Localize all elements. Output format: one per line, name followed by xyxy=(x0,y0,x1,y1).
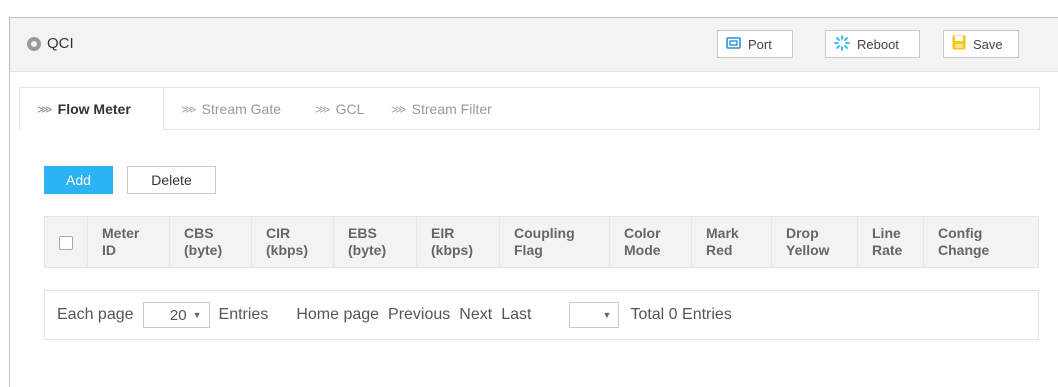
col-line-rate: Line Rate xyxy=(857,216,924,268)
location-dot-icon xyxy=(27,36,41,51)
col-ebs: EBS (byte) xyxy=(333,216,417,268)
port-icon xyxy=(726,36,741,53)
tab-arrow-icon: ⋙ xyxy=(391,103,407,116)
reboot-button-label: Reboot xyxy=(857,36,899,52)
select-all-checkbox[interactable] xyxy=(59,235,73,250)
last-link[interactable]: Last xyxy=(501,306,531,324)
tab-flow-meter[interactable]: ⋙ Flow Meter xyxy=(20,88,164,130)
home-page-link[interactable]: Home page xyxy=(296,306,379,324)
page-title: QCI xyxy=(27,35,74,52)
port-button[interactable]: Port xyxy=(717,30,793,58)
col-mark-red: Mark Red xyxy=(691,216,772,268)
pagination-bar: Each page 20 ▼ Entries Home page Previous… xyxy=(44,290,1039,340)
dropdown-caret-icon: ▼ xyxy=(602,310,612,320)
tab-label: GCL xyxy=(335,101,365,117)
tab-arrow-icon: ⋙ xyxy=(37,103,53,116)
tab-label: Stream Filter xyxy=(411,101,492,117)
tab-label: Flow Meter xyxy=(57,101,131,117)
col-coupling-flag: Coupling Flag xyxy=(499,216,610,268)
select-all-cell xyxy=(44,216,88,268)
reboot-button[interactable]: Reboot xyxy=(825,30,920,58)
col-config-change: Config Change xyxy=(923,216,1039,268)
table-header-row: Meter ID CBS (byte) CIR (kbps) EBS (byte) EI… xyxy=(44,216,1039,268)
dropdown-caret-icon: ▼ xyxy=(192,310,202,320)
entries-label: Entries xyxy=(218,306,269,323)
each-page-label: Each page xyxy=(57,306,134,323)
next-link[interactable]: Next xyxy=(459,306,492,324)
col-eir: EIR (kbps) xyxy=(416,216,500,268)
reboot-icon xyxy=(834,34,850,54)
tab-stream-filter[interactable]: ⋙ Stream Filter xyxy=(391,88,492,130)
tab-bar: ⋙ Flow Meter ⋙ Stream Gate ⋙ GCL ⋙ Strea… xyxy=(19,87,1040,130)
col-color-mode: Color Mode xyxy=(609,216,692,268)
save-icon xyxy=(952,35,966,53)
port-button-label: Port xyxy=(748,36,772,52)
col-cir: CIR (kbps) xyxy=(251,216,334,268)
tab-stream-gate[interactable]: ⋙ Stream Gate xyxy=(181,88,281,130)
delete-button[interactable]: Delete xyxy=(127,166,216,194)
page-number-select[interactable]: ▼ xyxy=(569,302,620,328)
page-title-text: QCI xyxy=(47,35,74,52)
col-drop-yellow: Drop Yellow xyxy=(771,216,858,268)
flow-meter-table: Meter ID CBS (byte) CIR (kbps) EBS (byte) EI… xyxy=(44,216,1039,268)
save-button[interactable]: Save xyxy=(943,30,1019,58)
col-cbs: CBS (byte) xyxy=(169,216,252,268)
tab-gcl[interactable]: ⋙ GCL xyxy=(315,88,364,130)
col-meter-id: Meter ID xyxy=(87,216,170,268)
tab-arrow-icon: ⋙ xyxy=(181,103,197,116)
tab-arrow-icon: ⋙ xyxy=(315,103,331,116)
page-size-value: 20 xyxy=(169,306,187,324)
total-entries-label: Total 0 Entries xyxy=(630,306,732,323)
add-button[interactable]: Add xyxy=(44,166,113,194)
tab-label: Stream Gate xyxy=(201,101,282,117)
save-button-label: Save xyxy=(973,36,1003,52)
top-toolbar: QCI Port Reboot Save xyxy=(10,18,1058,72)
previous-link[interactable]: Previous xyxy=(388,306,450,324)
page-size-select[interactable]: 20 ▼ xyxy=(142,302,210,328)
